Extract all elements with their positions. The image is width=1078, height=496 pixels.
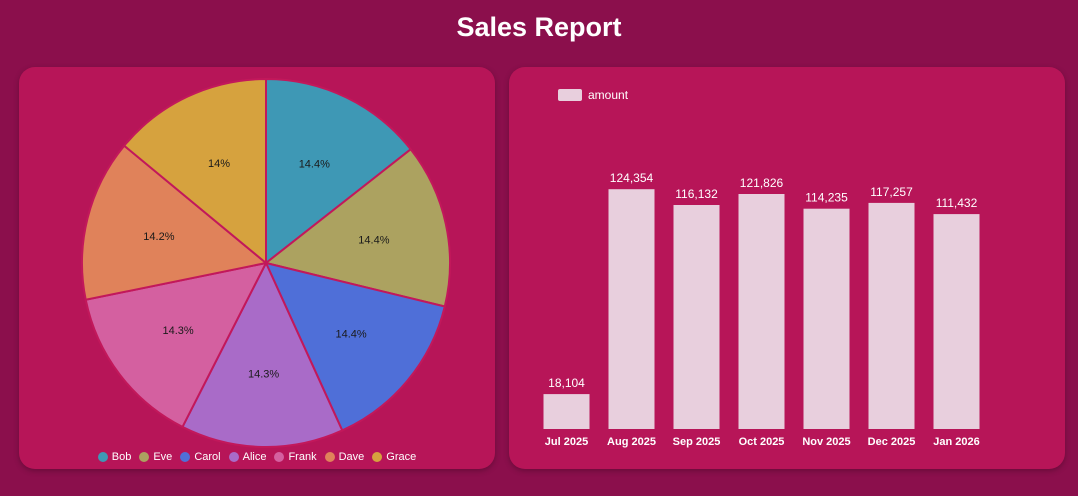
bar-value-label: 111,432 [936, 196, 978, 210]
pie-slice-label: 14.3% [162, 325, 193, 337]
legend-dot [324, 452, 335, 462]
legend-label: Eve [153, 451, 173, 463]
bar-value-label: 121,826 [740, 176, 784, 190]
pie-slice-label: 14.4% [358, 235, 389, 247]
pie-chart: 14.4% 14.4% 14.4% 14.3% 14.3% 14.2% 14% [81, 77, 452, 448]
x-tick-label: Aug 2025 [607, 436, 656, 448]
legend-item-frank[interactable]: Frank [274, 451, 317, 463]
legend-dot [180, 452, 191, 462]
bar-chart-panel: amount 18,104 Jul 2025 124,354 Aug 2025 116,… [509, 67, 1065, 469]
legend-dot [97, 452, 108, 462]
x-tick-label: Jul 2025 [545, 436, 588, 448]
x-tick-label: Sep 2025 [673, 436, 721, 448]
legend-label: Frank [288, 451, 317, 463]
bar-dec-2025[interactable] [868, 202, 915, 429]
legend-dot [274, 452, 285, 462]
x-tick-label: Nov 2025 [802, 436, 850, 448]
bar-jul-2025[interactable] [543, 394, 590, 429]
bar-value-label: 117,257 [870, 185, 913, 199]
bar-oct-2025[interactable] [738, 194, 785, 429]
legend-item-eve[interactable]: Eve [139, 451, 172, 463]
x-tick-label: Dec 2025 [868, 436, 916, 448]
legend-label: Grace [386, 451, 417, 463]
pie-slice-label: 14.2% [143, 231, 174, 243]
bar-nov-2025[interactable] [803, 208, 850, 429]
legend-dot [228, 452, 239, 462]
bar-aug-2025[interactable] [608, 189, 655, 429]
legend-dot [139, 452, 150, 462]
pie-legend: Bob Eve Carol Alice Frank Dave Grace [19, 451, 495, 463]
bar-jan-2026[interactable] [933, 214, 980, 429]
bar-value-label: 18,104 [548, 376, 585, 390]
pie-chart-panel: 14.4% 14.4% 14.4% 14.3% 14.3% 14.2% 14% Bob Eve… [19, 67, 495, 469]
bar-sep-2025[interactable] [673, 205, 720, 429]
legend-item-alice[interactable]: Alice [228, 451, 267, 463]
pie-slice-label: 14.4% [299, 159, 330, 171]
pie-slice-label: 14.3% [248, 368, 279, 380]
bar-value-label: 114,235 [805, 191, 848, 205]
pie-slice-label: 14% [208, 158, 230, 170]
bar-chart: 18,104 Jul 2025 124,354 Aug 2025 116,132 Sep … [543, 171, 980, 448]
bar-value-label: 116,132 [675, 187, 718, 201]
legend-item-carol[interactable]: Carol [180, 451, 221, 463]
legend-label: Alice [242, 451, 267, 463]
bar-value-label: 124,354 [610, 171, 654, 185]
legend-label: Carol [194, 451, 221, 463]
legend-label: Dave [338, 451, 365, 463]
x-tick-label: Jan 2026 [933, 436, 979, 448]
x-tick-label: Oct 2025 [739, 436, 785, 448]
pie-slice-label: 14.4% [335, 328, 366, 340]
legend-label: Bob [111, 451, 132, 463]
legend-item-grace[interactable]: Grace [372, 451, 416, 463]
page-title: Sales Report [456, 12, 622, 42]
legend-item-dave[interactable]: Dave [324, 451, 365, 463]
legend-dot [372, 452, 383, 462]
legend-item-bob[interactable]: Bob [97, 451, 132, 463]
